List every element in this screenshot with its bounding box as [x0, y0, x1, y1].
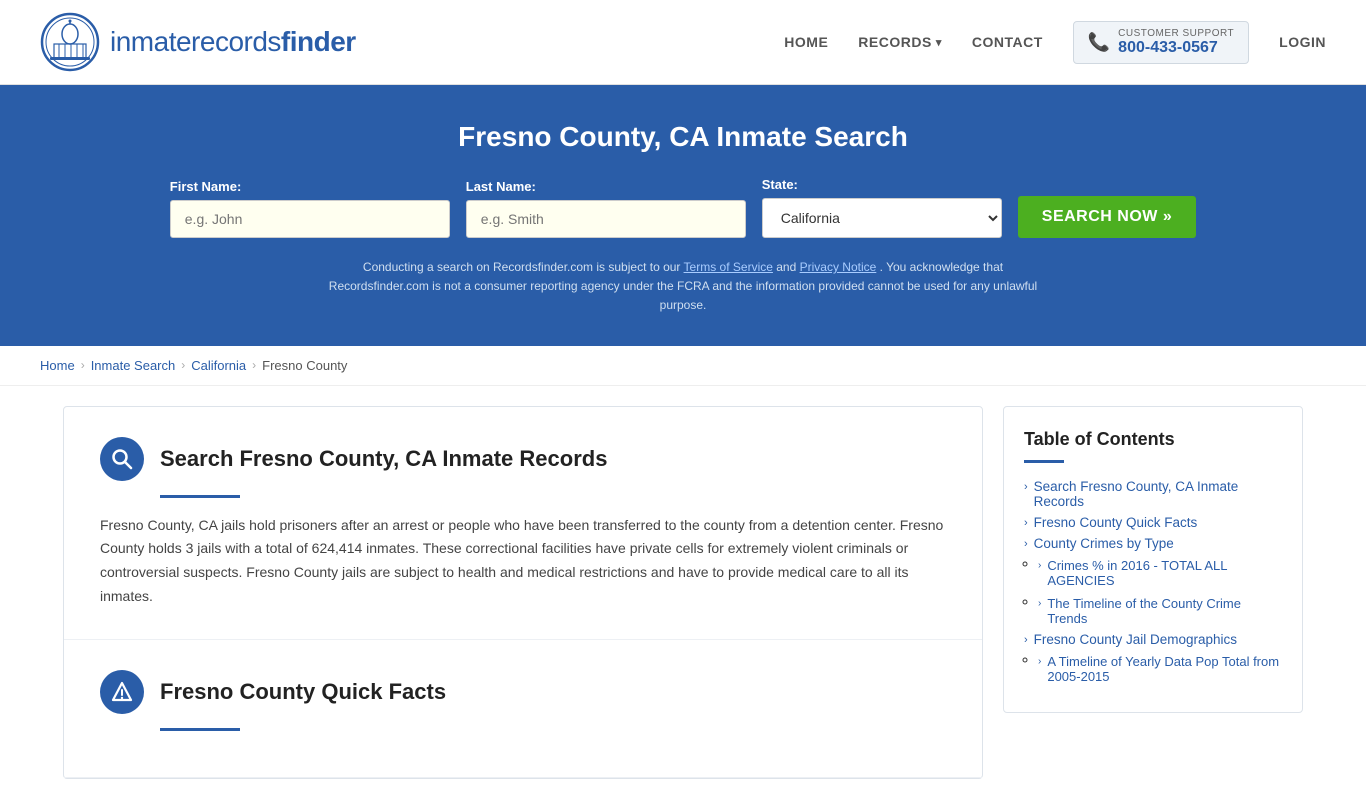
breadcrumb-sep-3: › — [252, 358, 256, 372]
chevron-icon-4: › — [1024, 634, 1028, 646]
state-label: State: — [762, 177, 1002, 192]
toc-subitem-3-2: › The Timeline of the County Crime Trend… — [1038, 593, 1282, 626]
sidebar: Table of Contents › Search Fresno County… — [1003, 406, 1303, 779]
toc-divider — [1024, 460, 1064, 463]
breadcrumb-current: Fresno County — [262, 358, 347, 373]
support-label: CUSTOMER SUPPORT — [1118, 28, 1234, 39]
toc-link-2[interactable]: › Fresno County Quick Facts — [1024, 515, 1282, 530]
support-phone: 800-433-0567 — [1118, 39, 1234, 57]
alert-icon-circle — [100, 670, 144, 714]
chevron-small-3: › — [1038, 656, 1041, 667]
logo-text: inmaterecordsfinder — [110, 26, 356, 58]
chevron-icon-3: › — [1024, 538, 1028, 550]
state-select[interactable]: California — [762, 198, 1002, 238]
toc-item-1: › Search Fresno County, CA Inmate Record… — [1024, 479, 1282, 509]
disclaimer: Conducting a search on Recordsfinder.com… — [313, 258, 1053, 316]
quick-facts-section: Fresno County Quick Facts — [64, 640, 982, 778]
alert-svg-icon — [111, 681, 133, 703]
toc-sublabel-3-1: Crimes % in 2016 - TOTAL ALL AGENCIES — [1047, 558, 1282, 588]
section-text-1: Fresno County, CA jails hold prisoners a… — [100, 514, 946, 609]
hero-title: Fresno County, CA Inmate Search — [40, 121, 1326, 153]
logo-bold: finder — [281, 26, 356, 57]
toc-item-2: › Fresno County Quick Facts — [1024, 515, 1282, 530]
toc-sublink-3-1[interactable]: › Crimes % in 2016 - TOTAL ALL AGENCIES — [1038, 558, 1282, 588]
breadcrumb-inmate-search[interactable]: Inmate Search — [91, 358, 176, 373]
toc-sublist-4: › A Timeline of Yearly Data Pop Total fr… — [1038, 651, 1282, 684]
first-name-input[interactable] — [170, 200, 450, 238]
breadcrumb-california[interactable]: California — [191, 358, 246, 373]
toc-title: Table of Contents — [1024, 429, 1282, 450]
search-form: First Name: Last Name: State: California… — [40, 177, 1326, 238]
terms-link[interactable]: Terms of Service — [684, 260, 773, 274]
nav-records[interactable]: RECORDS ▾ — [858, 34, 942, 50]
toc-list: › Search Fresno County, CA Inmate Record… — [1024, 479, 1282, 684]
first-name-label: First Name: — [170, 179, 450, 194]
search-svg-icon — [111, 448, 133, 470]
toc-sublabel-4-1: A Timeline of Yearly Data Pop Total from… — [1047, 654, 1282, 684]
section-underline-2 — [160, 728, 240, 731]
toc-sublink-3-2[interactable]: › The Timeline of the County Crime Trend… — [1038, 596, 1282, 626]
hero-section: Fresno County, CA Inmate Search First Na… — [0, 85, 1366, 346]
breadcrumb-sep-2: › — [181, 358, 185, 372]
chevron-small-2: › — [1038, 598, 1041, 609]
chevron-down-icon: ▾ — [936, 36, 942, 49]
nav-records-label: RECORDS — [858, 34, 932, 50]
section-underline-1 — [160, 495, 240, 498]
main-layout: Search Fresno County, CA Inmate Records … — [43, 406, 1323, 779]
toc-label-4: Fresno County Jail Demographics — [1034, 632, 1237, 647]
phone-icon: 📞 — [1088, 32, 1110, 53]
nav-login[interactable]: LOGIN — [1279, 34, 1326, 50]
toc-subitem-3-1: › Crimes % in 2016 - TOTAL ALL AGENCIES — [1038, 555, 1282, 588]
toc-item-3: › County Crimes by Type › Crimes % in 20… — [1024, 536, 1282, 626]
chevron-small-1: › — [1038, 560, 1041, 571]
disclaimer-text: Conducting a search on Recordsfinder.com… — [363, 260, 684, 274]
toc-label-1: Search Fresno County, CA Inmate Records — [1034, 479, 1282, 509]
logo[interactable]: inmaterecordsfinder — [40, 12, 356, 72]
last-name-input[interactable] — [466, 200, 746, 238]
toc-link-1[interactable]: › Search Fresno County, CA Inmate Record… — [1024, 479, 1282, 509]
nav-contact[interactable]: CONTACT — [972, 34, 1043, 50]
toc-link-3[interactable]: › County Crimes by Type — [1024, 536, 1282, 551]
support-info: CUSTOMER SUPPORT 800-433-0567 — [1118, 28, 1234, 57]
toc-item-4: › Fresno County Jail Demographics › A Ti… — [1024, 632, 1282, 684]
section-title-2: Fresno County Quick Facts — [160, 679, 446, 705]
support-box[interactable]: 📞 CUSTOMER SUPPORT 800-433-0567 — [1073, 21, 1249, 64]
toc-subitem-4-1: › A Timeline of Yearly Data Pop Total fr… — [1038, 651, 1282, 684]
toc-label-3: County Crimes by Type — [1034, 536, 1174, 551]
main-content: Search Fresno County, CA Inmate Records … — [63, 406, 983, 779]
search-icon-circle — [100, 437, 144, 481]
toc-label-2: Fresno County Quick Facts — [1034, 515, 1198, 530]
toc-sublist-3: › Crimes % in 2016 - TOTAL ALL AGENCIES … — [1038, 555, 1282, 626]
breadcrumb: Home › Inmate Search › California › Fres… — [0, 346, 1366, 386]
nav-home[interactable]: HOME — [784, 34, 828, 50]
table-of-contents: Table of Contents › Search Fresno County… — [1003, 406, 1303, 713]
first-name-group: First Name: — [170, 179, 450, 238]
toc-link-4[interactable]: › Fresno County Jail Demographics — [1024, 632, 1282, 647]
breadcrumb-sep-1: › — [81, 358, 85, 372]
search-button[interactable]: SEARCH NOW » — [1018, 196, 1196, 238]
privacy-link[interactable]: Privacy Notice — [800, 260, 877, 274]
chevron-icon-1: › — [1024, 481, 1028, 493]
section-header-1: Search Fresno County, CA Inmate Records — [100, 437, 946, 481]
chevron-icon-2: › — [1024, 517, 1028, 529]
site-header: inmaterecordsfinder HOME RECORDS ▾ CONTA… — [0, 0, 1366, 85]
section-header-2: Fresno County Quick Facts — [100, 670, 946, 714]
toc-sublink-4-1[interactable]: › A Timeline of Yearly Data Pop Total fr… — [1038, 654, 1282, 684]
toc-sublabel-3-2: The Timeline of the County Crime Trends — [1047, 596, 1282, 626]
inmate-records-section: Search Fresno County, CA Inmate Records … — [64, 407, 982, 640]
last-name-label: Last Name: — [466, 179, 746, 194]
section-title-1: Search Fresno County, CA Inmate Records — [160, 446, 607, 472]
logo-regular: inmaterecords — [110, 26, 281, 57]
disclaimer-and: and — [776, 260, 799, 274]
logo-icon — [40, 12, 100, 72]
breadcrumb-home[interactable]: Home — [40, 358, 75, 373]
main-nav: HOME RECORDS ▾ CONTACT 📞 CUSTOMER SUPPOR… — [784, 21, 1326, 64]
state-group: State: California — [762, 177, 1002, 238]
last-name-group: Last Name: — [466, 179, 746, 238]
